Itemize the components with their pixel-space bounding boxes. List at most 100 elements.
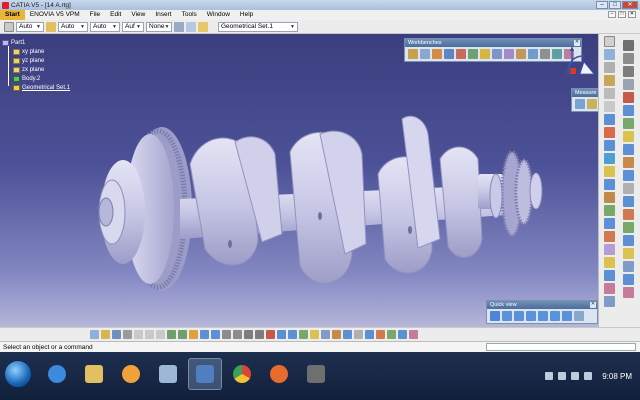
taskbar-explorer[interactable] [77,358,111,390]
apply-material-icon[interactable] [387,330,396,339]
close-button[interactable]: ✕ [622,1,638,9]
fill-icon[interactable] [604,192,615,203]
power-input-field[interactable] [486,343,636,351]
cylinder-icon[interactable] [604,153,615,164]
pan-icon[interactable] [623,53,634,64]
maximize-button[interactable]: □ [609,1,621,9]
taskbar-media[interactable] [114,358,148,390]
shading-icon[interactable] [623,118,634,129]
open-icon[interactable] [101,330,110,339]
chamfer-icon[interactable] [623,144,634,155]
fill-color-icon[interactable] [4,21,14,32]
taskbar-ie[interactable] [40,358,74,390]
properties-icon[interactable] [186,21,196,32]
swap-space-icon[interactable] [321,330,330,339]
fly-mode-icon[interactable] [200,330,209,339]
measure-item-icon[interactable] [587,99,597,109]
extrude-icon[interactable] [604,114,615,125]
menu-enovia[interactable]: ENOVIA V5 VPM [25,10,85,20]
top-view-icon[interactable] [550,311,560,321]
iso-view-icon[interactable] [490,311,500,321]
taskbar-chrome[interactable] [225,358,259,390]
save-icon[interactable] [112,330,121,339]
extract-icon[interactable] [604,296,615,307]
normal-view-bottom-icon[interactable] [266,330,275,339]
menu-edit[interactable]: Edit [105,10,126,20]
windows-start-button[interactable] [4,360,32,388]
minimize-button[interactable]: – [596,1,608,9]
taskbar-catia[interactable] [188,358,222,390]
loft-icon[interactable] [604,205,615,216]
multi-view-icon[interactable] [277,330,286,339]
pattern-icon[interactable] [623,261,634,272]
redo-icon[interactable] [178,330,187,339]
boundary-icon[interactable] [604,283,615,294]
part-design-workbench-icon[interactable] [420,49,430,59]
sketch-icon[interactable] [604,36,615,47]
zoom-out-icon[interactable] [255,330,264,339]
symmetry-icon[interactable] [623,222,634,233]
line-type-combo[interactable]: Auf ▼ [122,21,144,32]
doc-minimize-button[interactable]: – [608,11,616,18]
healing-icon[interactable] [604,244,615,255]
fillet-icon[interactable] [623,131,634,142]
kinematics-workbench-icon[interactable] [492,49,502,59]
close-icon[interactable]: ✕ [590,302,596,308]
menu-window[interactable]: Window [202,10,235,20]
trim-icon[interactable] [604,270,615,281]
cut-icon[interactable] [134,330,143,339]
plane-icon[interactable] [604,75,615,86]
part-body-icon[interactable] [198,21,208,32]
layer-combo[interactable]: None ▼ [146,21,172,32]
rendering-workbench-icon[interactable] [516,49,526,59]
workbenches-toolbar-header[interactable]: Workbenches ✕ [405,39,581,47]
shading-mode-icon[interactable] [299,330,308,339]
bottom-view-icon[interactable] [562,311,572,321]
analysis-icon[interactable] [623,287,634,298]
projection-icon[interactable] [604,88,615,99]
transparency-combo[interactable]: Auto ▼ [58,21,88,32]
whats-this-icon[interactable] [189,330,198,339]
sphere-icon[interactable] [604,140,615,151]
compass-widget[interactable] [562,44,598,82]
assembly-workbench-icon[interactable] [408,49,418,59]
show-hidden-icon[interactable] [545,372,554,380]
measure-icon[interactable] [409,330,418,339]
measure-toolbar-header[interactable]: Measure✕ [572,89,598,97]
constraint-icon[interactable] [343,330,352,339]
sketcher-workbench-icon[interactable] [432,49,442,59]
menu-start[interactable]: Start [0,10,25,20]
menu-tools[interactable]: Tools [177,10,202,20]
sheet-metal-workbench-icon[interactable] [480,49,490,59]
menu-view[interactable]: View [126,10,150,20]
catalog-icon[interactable] [365,330,374,339]
pan-view-icon[interactable] [222,330,231,339]
quick-view-toolbar-header[interactable]: Quick view ✕ [487,301,597,309]
join-icon[interactable] [604,231,615,242]
blend-icon[interactable] [604,218,615,229]
shell-icon[interactable] [623,170,634,181]
rotate-feature-icon[interactable] [623,209,634,220]
taskbar-firefox[interactable] [262,358,296,390]
law-icon[interactable] [623,274,634,285]
thickness-icon[interactable] [623,183,634,194]
flag-icon[interactable] [584,372,593,380]
line-thickness-combo[interactable]: Auto ▼ [90,21,120,32]
analysis-workbench-icon[interactable] [504,49,514,59]
paste-icon[interactable] [156,330,165,339]
undo-icon[interactable] [167,330,176,339]
iso-view-bottom-icon[interactable] [288,330,297,339]
intersection-icon[interactable] [604,101,615,112]
render-icon[interactable] [398,330,407,339]
fit-all-icon[interactable] [211,330,220,339]
back-view-icon[interactable] [514,311,524,321]
taskbar-clock[interactable]: 9:08 PM [602,371,632,382]
update-icon[interactable] [332,330,341,339]
translate-icon[interactable] [623,196,634,207]
hide-show-icon[interactable] [310,330,319,339]
3d-viewport[interactable]: Part1 xy plane yz plane zx plane Body.2 … [0,34,598,327]
taskbar-camera[interactable] [151,358,185,390]
geometrical-set-combo[interactable]: Geometrical Set.1 ▼ [218,21,298,32]
new-icon[interactable] [90,330,99,339]
scaling-icon[interactable] [623,235,634,246]
